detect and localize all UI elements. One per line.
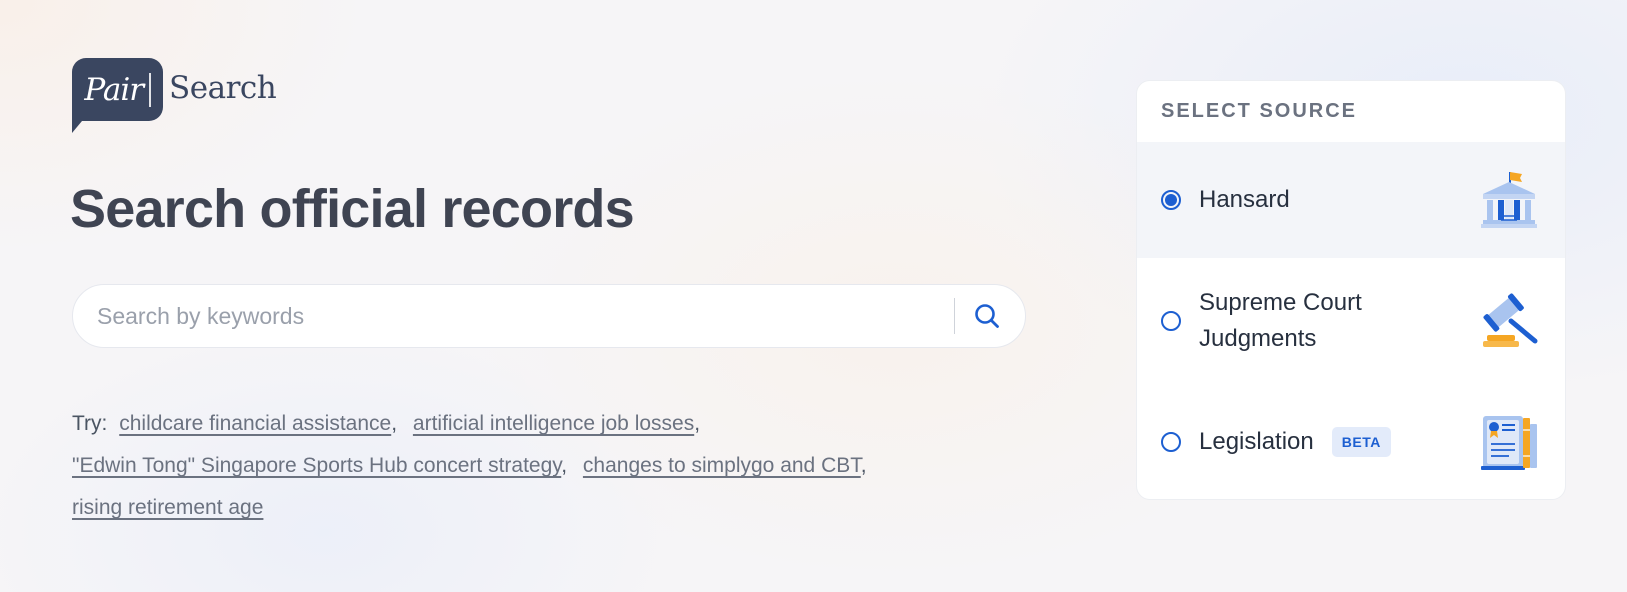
search-bar bbox=[72, 284, 1026, 348]
search-suggestions: Try: childcare financial assistance, art… bbox=[72, 408, 877, 534]
source-option-supreme-court-judgments[interactable]: Supreme Court Judgments bbox=[1137, 258, 1565, 384]
search-divider bbox=[954, 298, 955, 334]
radio-button[interactable] bbox=[1161, 311, 1181, 331]
suggestion-line: "Edwin Tong" Singapore Sports Hub concer… bbox=[72, 454, 867, 477]
logo-badge-text: Pair bbox=[84, 71, 144, 108]
legal-document-icon bbox=[1481, 416, 1537, 470]
logo-wordmark: Search bbox=[169, 70, 277, 106]
suggestion-link[interactable]: childcare financial assistance bbox=[119, 412, 391, 435]
suggestion-line: rising retirement age bbox=[72, 492, 877, 534]
source-option-legislation[interactable]: Legislation BETA bbox=[1137, 384, 1565, 499]
suggestion-link[interactable]: artificial intelligence job losses bbox=[413, 412, 694, 435]
search-input[interactable] bbox=[73, 284, 954, 348]
source-option-hansard[interactable]: Hansard bbox=[1137, 142, 1565, 258]
pair-search-logo[interactable]: Pair Search bbox=[72, 58, 277, 134]
try-label: Try: bbox=[72, 412, 108, 435]
beta-badge: BETA bbox=[1331, 427, 1391, 457]
source-selector-panel: SELECT SOURCE Hansard Supreme Court Judg… bbox=[1136, 80, 1566, 500]
radio-dot bbox=[1165, 194, 1177, 206]
panel-title: SELECT SOURCE bbox=[1161, 100, 1358, 122]
source-option-label: Supreme Court Judgments bbox=[1199, 289, 1362, 352]
parliament-building-icon bbox=[1481, 172, 1537, 228]
search-button[interactable] bbox=[959, 288, 1015, 344]
radio-button-selected[interactable] bbox=[1161, 190, 1181, 210]
suggestion-link[interactable]: rising retirement age bbox=[72, 496, 263, 519]
page-title: Search official records bbox=[70, 179, 635, 239]
suggestion-link[interactable]: "Edwin Tong" Singapore Sports Hub concer… bbox=[72, 454, 561, 477]
suggestion-line: Try: childcare financial assistance, art… bbox=[72, 412, 701, 435]
logo-divider bbox=[149, 72, 151, 107]
search-icon bbox=[975, 304, 999, 328]
source-option-label: Legislation bbox=[1199, 428, 1314, 455]
radio-button[interactable] bbox=[1161, 432, 1181, 452]
gavel-icon bbox=[1483, 293, 1538, 347]
suggestion-link[interactable]: changes to simplygo and CBT bbox=[583, 454, 861, 477]
logo-badge: Pair bbox=[72, 58, 163, 133]
source-option-label: Hansard bbox=[1199, 186, 1290, 213]
